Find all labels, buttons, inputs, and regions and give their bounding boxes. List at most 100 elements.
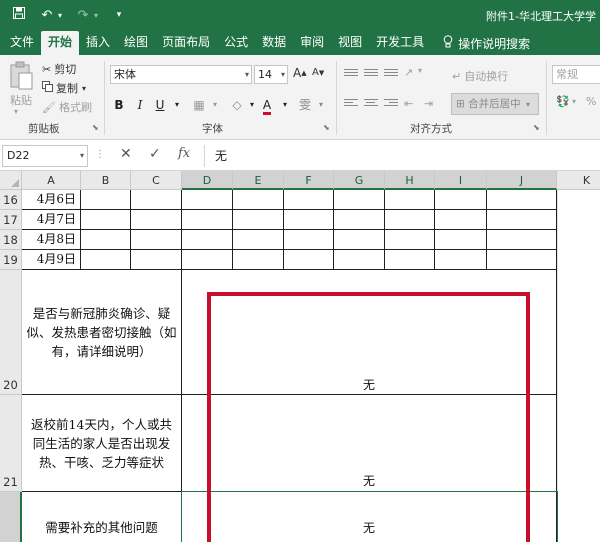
grid-cell[interactable] bbox=[487, 230, 557, 250]
tab-formulas[interactable]: 公式 bbox=[217, 31, 255, 55]
grid-cell[interactable] bbox=[334, 210, 385, 230]
font-color-button[interactable]: A bbox=[258, 95, 276, 115]
merge-center-button[interactable]: ⊞ 合并后居中 ▾ bbox=[451, 93, 539, 115]
column-header-e[interactable]: E bbox=[233, 171, 284, 190]
grid-cell[interactable] bbox=[284, 250, 334, 270]
column-header-f[interactable]: F bbox=[284, 171, 334, 190]
chevron-down-icon[interactable]: ▾ bbox=[92, 11, 100, 20]
chevron-down-icon[interactable]: ▾ bbox=[80, 146, 84, 166]
formula-input[interactable]: 无 bbox=[204, 145, 600, 167]
chevron-down-icon[interactable]: ▾ bbox=[56, 11, 64, 20]
chevron-down-icon[interactable]: ▾ bbox=[312, 95, 330, 115]
paste-button[interactable]: 粘贴 bbox=[10, 92, 32, 108]
font-name-select[interactable]: 宋体 ▾ bbox=[110, 65, 252, 84]
grid-cell[interactable] bbox=[487, 250, 557, 270]
tab-page-layout[interactable]: 页面布局 bbox=[155, 31, 217, 55]
column-header-b[interactable]: B bbox=[81, 171, 131, 190]
grid-cell[interactable] bbox=[182, 230, 233, 250]
grid-cell[interactable] bbox=[284, 210, 334, 230]
grid-cell[interactable] bbox=[334, 230, 385, 250]
cell-a22-question[interactable]: 需要补充的其他问题 bbox=[22, 492, 182, 542]
grid-cell[interactable] bbox=[487, 190, 557, 210]
undo-icon[interactable]: ↶ bbox=[38, 8, 56, 23]
dialog-launcher-icon[interactable]: ⬊ bbox=[92, 123, 99, 132]
align-left-icon[interactable] bbox=[344, 99, 358, 109]
chevron-down-icon[interactable]: ▾ bbox=[14, 107, 18, 116]
column-header-d[interactable]: D bbox=[182, 171, 233, 190]
grid-cell[interactable] bbox=[385, 190, 435, 210]
grid-cell[interactable] bbox=[435, 190, 487, 210]
grid-cell[interactable] bbox=[385, 210, 435, 230]
italic-button[interactable]: I bbox=[131, 95, 149, 115]
cell-a19[interactable]: 4月9日 bbox=[22, 250, 81, 270]
grid-cell[interactable] bbox=[131, 190, 182, 210]
tab-insert[interactable]: 插入 bbox=[79, 31, 117, 55]
align-bottom-icon[interactable] bbox=[384, 69, 398, 79]
number-format-select[interactable]: 常规 bbox=[552, 65, 600, 84]
chevron-down-icon[interactable]: ▾ bbox=[572, 97, 576, 106]
grid-cell[interactable] bbox=[81, 190, 131, 210]
grid-cell[interactable] bbox=[81, 250, 131, 270]
tab-data[interactable]: 数据 bbox=[255, 31, 293, 55]
wrap-text-button[interactable]: ↵ 自动换行 bbox=[452, 68, 508, 84]
tell-me-search[interactable]: 操作说明搜索 bbox=[431, 31, 530, 55]
tab-developer[interactable]: 开发工具 bbox=[369, 31, 431, 55]
align-top-icon[interactable] bbox=[344, 69, 358, 79]
row-header-20[interactable]: 20 bbox=[0, 270, 22, 395]
row-header-21[interactable]: 21 bbox=[0, 395, 22, 492]
row-header-19[interactable]: 19 bbox=[0, 250, 22, 270]
grid-cell[interactable] bbox=[182, 210, 233, 230]
row-header-17[interactable]: 17 bbox=[0, 210, 22, 230]
decrease-indent-icon[interactable]: ⇤ bbox=[404, 97, 413, 110]
chevron-down-icon[interactable]: ▾ bbox=[418, 66, 422, 75]
cell-a18[interactable]: 4月8日 bbox=[22, 230, 81, 250]
chevron-down-icon[interactable]: ▾ bbox=[276, 95, 294, 115]
chevron-down-icon[interactable]: ▾ bbox=[168, 95, 186, 115]
grid-cell[interactable] bbox=[233, 190, 284, 210]
cancel-icon[interactable]: ✕ bbox=[120, 146, 132, 162]
grid-cell[interactable] bbox=[182, 190, 233, 210]
paste-icon[interactable] bbox=[8, 61, 34, 91]
cell-a20-question[interactable]: 是否与新冠肺炎确诊、疑似、发热患者密切接触（如有，请详细说明） bbox=[22, 270, 182, 395]
redo-icon[interactable]: ↷ bbox=[74, 8, 92, 23]
tab-home[interactable]: 开始 bbox=[41, 31, 80, 55]
customize-icon[interactable]: ▾ bbox=[110, 10, 128, 20]
grid-cell[interactable] bbox=[233, 250, 284, 270]
cell-a16[interactable]: 4月6日 bbox=[22, 190, 81, 210]
insert-function-icon[interactable]: fx bbox=[178, 146, 190, 161]
grid-cell[interactable] bbox=[131, 210, 182, 230]
tab-draw[interactable]: 绘图 bbox=[117, 31, 155, 55]
grid-cell[interactable] bbox=[284, 230, 334, 250]
grid-cell[interactable] bbox=[81, 210, 131, 230]
chevron-down-icon[interactable]: ▾ bbox=[526, 100, 530, 109]
grid-cell[interactable] bbox=[334, 250, 385, 270]
grid-cell[interactable] bbox=[435, 250, 487, 270]
column-header-j[interactable]: J bbox=[487, 171, 557, 190]
grid-cell[interactable] bbox=[334, 190, 385, 210]
column-header-i[interactable]: I bbox=[435, 171, 487, 190]
bold-button[interactable]: B bbox=[110, 95, 128, 115]
cell-a21-question[interactable]: 返校前14天内，个人或共同生活的家人是否出现发热、干咳、乏力等症状 bbox=[22, 395, 182, 492]
align-center-icon[interactable] bbox=[364, 99, 378, 109]
grid-cell[interactable] bbox=[81, 230, 131, 250]
orientation-icon[interactable]: ↗ bbox=[404, 66, 413, 79]
tab-view[interactable]: 视图 bbox=[331, 31, 369, 55]
underline-button[interactable]: U bbox=[151, 95, 169, 115]
grid-cell[interactable] bbox=[284, 190, 334, 210]
grid-cell[interactable] bbox=[435, 210, 487, 230]
dialog-launcher-icon[interactable]: ⬊ bbox=[533, 123, 540, 132]
tab-file[interactable]: 文件 bbox=[3, 31, 41, 55]
save-icon[interactable] bbox=[10, 7, 28, 23]
column-header-g[interactable]: G bbox=[334, 171, 385, 190]
grid-cell[interactable] bbox=[131, 230, 182, 250]
row-header-16[interactable]: 16 bbox=[0, 190, 22, 210]
column-header-k[interactable]: K bbox=[557, 171, 600, 190]
grid-cell[interactable] bbox=[487, 210, 557, 230]
copy-button[interactable]: 复制 ▾ bbox=[42, 80, 86, 96]
currency-icon[interactable]: 💱 bbox=[556, 95, 570, 108]
grid-cell[interactable] bbox=[233, 230, 284, 250]
chevron-down-icon[interactable]: ▾ bbox=[281, 66, 285, 83]
chevron-down-icon[interactable]: ▾ bbox=[245, 66, 249, 83]
grid-cell[interactable] bbox=[131, 250, 182, 270]
shrink-font-button[interactable]: A ▼ bbox=[312, 67, 324, 78]
